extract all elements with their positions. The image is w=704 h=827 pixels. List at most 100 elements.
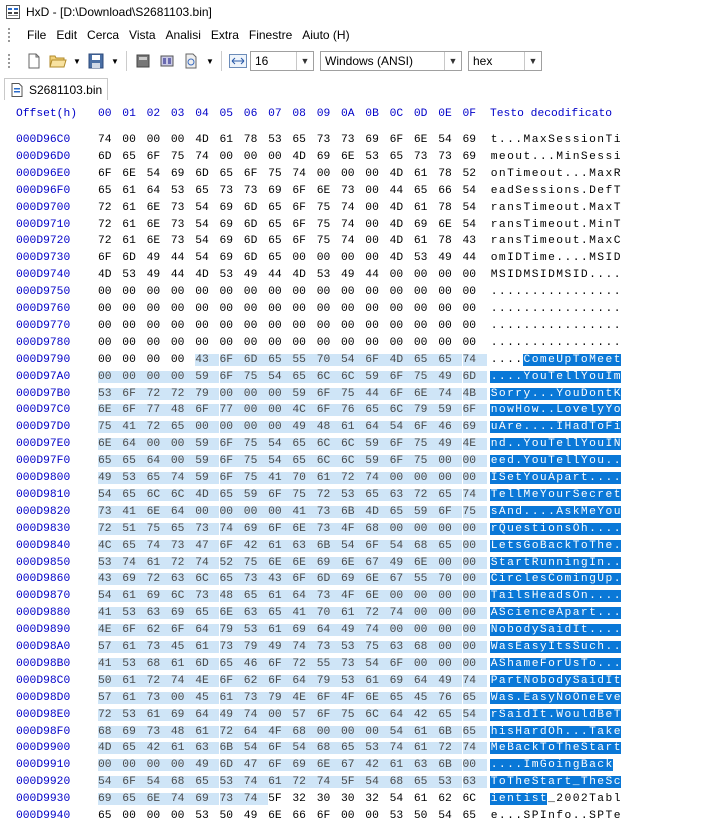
decoded-char[interactable]: s	[506, 641, 515, 653]
decoded-char[interactable]: .	[605, 320, 613, 332]
decoded-char[interactable]: .	[490, 759, 499, 772]
decoded-char[interactable]: I	[604, 674, 613, 687]
decoded-char[interactable]: h	[490, 725, 499, 738]
hex-byte[interactable]: 65	[389, 505, 414, 518]
hex-byte[interactable]: 00	[195, 421, 220, 434]
hex-byte[interactable]: 6C	[316, 370, 341, 383]
hex-byte[interactable]: 74	[219, 522, 244, 535]
hex-byte[interactable]: 4D	[98, 742, 123, 755]
hex-byte[interactable]: 5F	[268, 793, 292, 805]
decoded-char[interactable]: n	[498, 168, 506, 180]
hex-byte[interactable]: 79	[268, 691, 293, 704]
hex-row[interactable]: 000D9780 00 00 00 00 00 00 00 00 00 00 00 00 00 00 00 00…	[0, 337, 704, 354]
decoded-char[interactable]: o	[547, 742, 556, 755]
decoded-char[interactable]: m	[523, 168, 531, 180]
open-file-button[interactable]	[48, 51, 68, 71]
hex-byte[interactable]: 54	[195, 202, 219, 214]
hex-byte[interactable]: 00	[462, 590, 487, 603]
decoded-char[interactable]: T	[523, 219, 531, 231]
hex-byte[interactable]: 00	[463, 286, 487, 298]
hex-byte[interactable]: 62	[146, 624, 171, 637]
hex-byte[interactable]: 00	[219, 505, 244, 518]
decoded-char[interactable]: e	[597, 185, 605, 197]
decoded-char[interactable]: D	[580, 269, 588, 281]
hex-byte[interactable]: 00	[147, 354, 171, 366]
decoded-char[interactable]: s	[515, 202, 523, 214]
hex-row[interactable]: 000D98C0 50 61 72 74 4E 6F 62 6F 64 79 53 61 69 64 49 74…	[0, 674, 704, 692]
hex-byte[interactable]: 69	[316, 556, 341, 569]
decoded-char[interactable]: s	[506, 691, 515, 704]
hex-byte[interactable]: 00	[243, 505, 269, 518]
hex-byte[interactable]: 6F	[292, 235, 316, 247]
hex-byte[interactable]: 6C	[146, 488, 171, 501]
hex-byte[interactable]: 59	[243, 488, 269, 501]
decoded-char[interactable]: e	[514, 522, 523, 535]
hex-byte[interactable]: 6F	[389, 438, 414, 451]
decoded-char[interactable]: w	[506, 404, 515, 417]
hex-byte[interactable]: 54	[365, 657, 390, 670]
hex-byte[interactable]: 6E	[122, 168, 146, 180]
decoded-char[interactable]: n	[490, 438, 499, 451]
decoded-char[interactable]: .	[564, 286, 572, 298]
decoded-char[interactable]: U	[555, 353, 564, 366]
hex-row[interactable]: 000D9850 53 74 61 72 74 52 75 6E 6E 69 6E 67 49 6E 00 00…	[0, 556, 704, 574]
hex-byte[interactable]: 54	[292, 742, 317, 755]
decoded-char[interactable]: M	[523, 134, 531, 146]
hex-byte[interactable]: 43	[195, 353, 220, 366]
decoded-char[interactable]: .	[613, 624, 622, 637]
hex-editor[interactable]: Offset(h) 00 01 02 03 04 05 06 07 08 09 0A 0B 0C 0D 0E…	[0, 100, 704, 822]
hex-byte[interactable]: 50	[414, 810, 438, 822]
hex-byte[interactable]: 6C	[389, 404, 414, 417]
decoded-char[interactable]: U	[596, 573, 605, 586]
decoded-char[interactable]: o	[547, 674, 556, 687]
hex-byte[interactable]: 6F	[389, 370, 414, 383]
hex-byte[interactable]: 74	[195, 556, 220, 569]
decoded-char[interactable]: .	[506, 337, 514, 349]
hex-byte[interactable]: 54	[147, 168, 171, 180]
bytes-per-row-select[interactable]: 16 ▼	[250, 51, 314, 71]
decoded-char[interactable]: r	[531, 725, 540, 738]
decoded-char[interactable]: A	[498, 421, 507, 434]
decoded-char[interactable]: F	[604, 421, 613, 434]
hex-byte[interactable]: 61	[220, 134, 244, 146]
hex-byte[interactable]: 6F	[219, 353, 244, 366]
hex-byte[interactable]: 44	[365, 269, 389, 281]
hex-byte[interactable]: 4D	[292, 151, 316, 163]
decoded-char[interactable]: .	[596, 624, 605, 637]
hex-byte[interactable]: 59	[292, 387, 317, 400]
decoded-char[interactable]: .	[498, 337, 506, 349]
decoded-char[interactable]: o	[531, 353, 540, 366]
hex-byte[interactable]: 69	[463, 134, 487, 146]
hex-byte[interactable]: 73	[316, 522, 341, 535]
hex-byte[interactable]: 68	[389, 776, 414, 789]
decoded-char[interactable]: s	[572, 134, 580, 146]
decoded-char[interactable]: v	[572, 404, 581, 417]
hex-byte[interactable]: 00	[390, 320, 414, 332]
decoded-char[interactable]: W	[555, 708, 564, 721]
hex-byte[interactable]: 59	[438, 404, 463, 417]
hex-byte[interactable]: 6F	[268, 674, 293, 687]
decoded-char[interactable]: Y	[522, 438, 531, 451]
hex-byte[interactable]: 65	[268, 607, 293, 620]
decoded-char[interactable]: .	[580, 219, 588, 231]
hex-byte[interactable]: 75	[365, 641, 390, 653]
decoded-char[interactable]: m	[563, 573, 572, 586]
hex-byte[interactable]: 49	[438, 674, 463, 687]
hex-byte[interactable]: 6D	[244, 202, 268, 214]
hex-byte[interactable]: 00	[268, 303, 292, 315]
hex-byte[interactable]: 6F	[390, 134, 414, 146]
hex-byte[interactable]: 70	[438, 573, 463, 586]
hex-byte[interactable]: 65	[195, 776, 220, 789]
hex-byte[interactable]: 65	[122, 793, 147, 806]
decoded-char[interactable]: e	[498, 793, 507, 806]
decoded-char[interactable]: l	[613, 793, 621, 805]
hex-byte[interactable]: 00	[341, 337, 365, 349]
hex-byte[interactable]: 6D	[195, 657, 220, 670]
hex-byte[interactable]: 73	[146, 725, 171, 738]
hex-byte[interactable]: 73	[341, 185, 365, 197]
hex-byte[interactable]: 61	[268, 624, 293, 637]
hex-byte[interactable]: 00	[365, 810, 389, 822]
hex-byte[interactable]: 61	[316, 472, 341, 484]
decoded-char[interactable]: d	[596, 674, 605, 687]
decoded-char[interactable]: a	[506, 556, 515, 569]
